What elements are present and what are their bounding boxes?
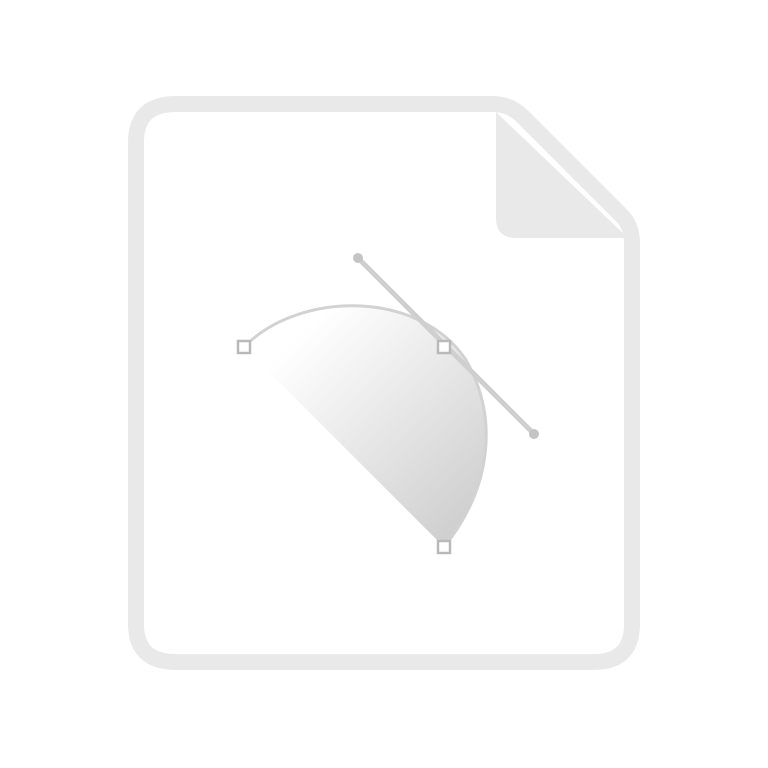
vector-file-icon-svg [128,96,640,670]
anchor-point-left [236,339,252,355]
handle-dot-bottom [529,429,539,439]
folded-corner [496,112,628,238]
vector-file-icon [0,0,768,768]
handle-dot-top [353,253,363,263]
anchor-point-bottom [436,539,452,555]
anchor-point-top-right [436,339,452,355]
